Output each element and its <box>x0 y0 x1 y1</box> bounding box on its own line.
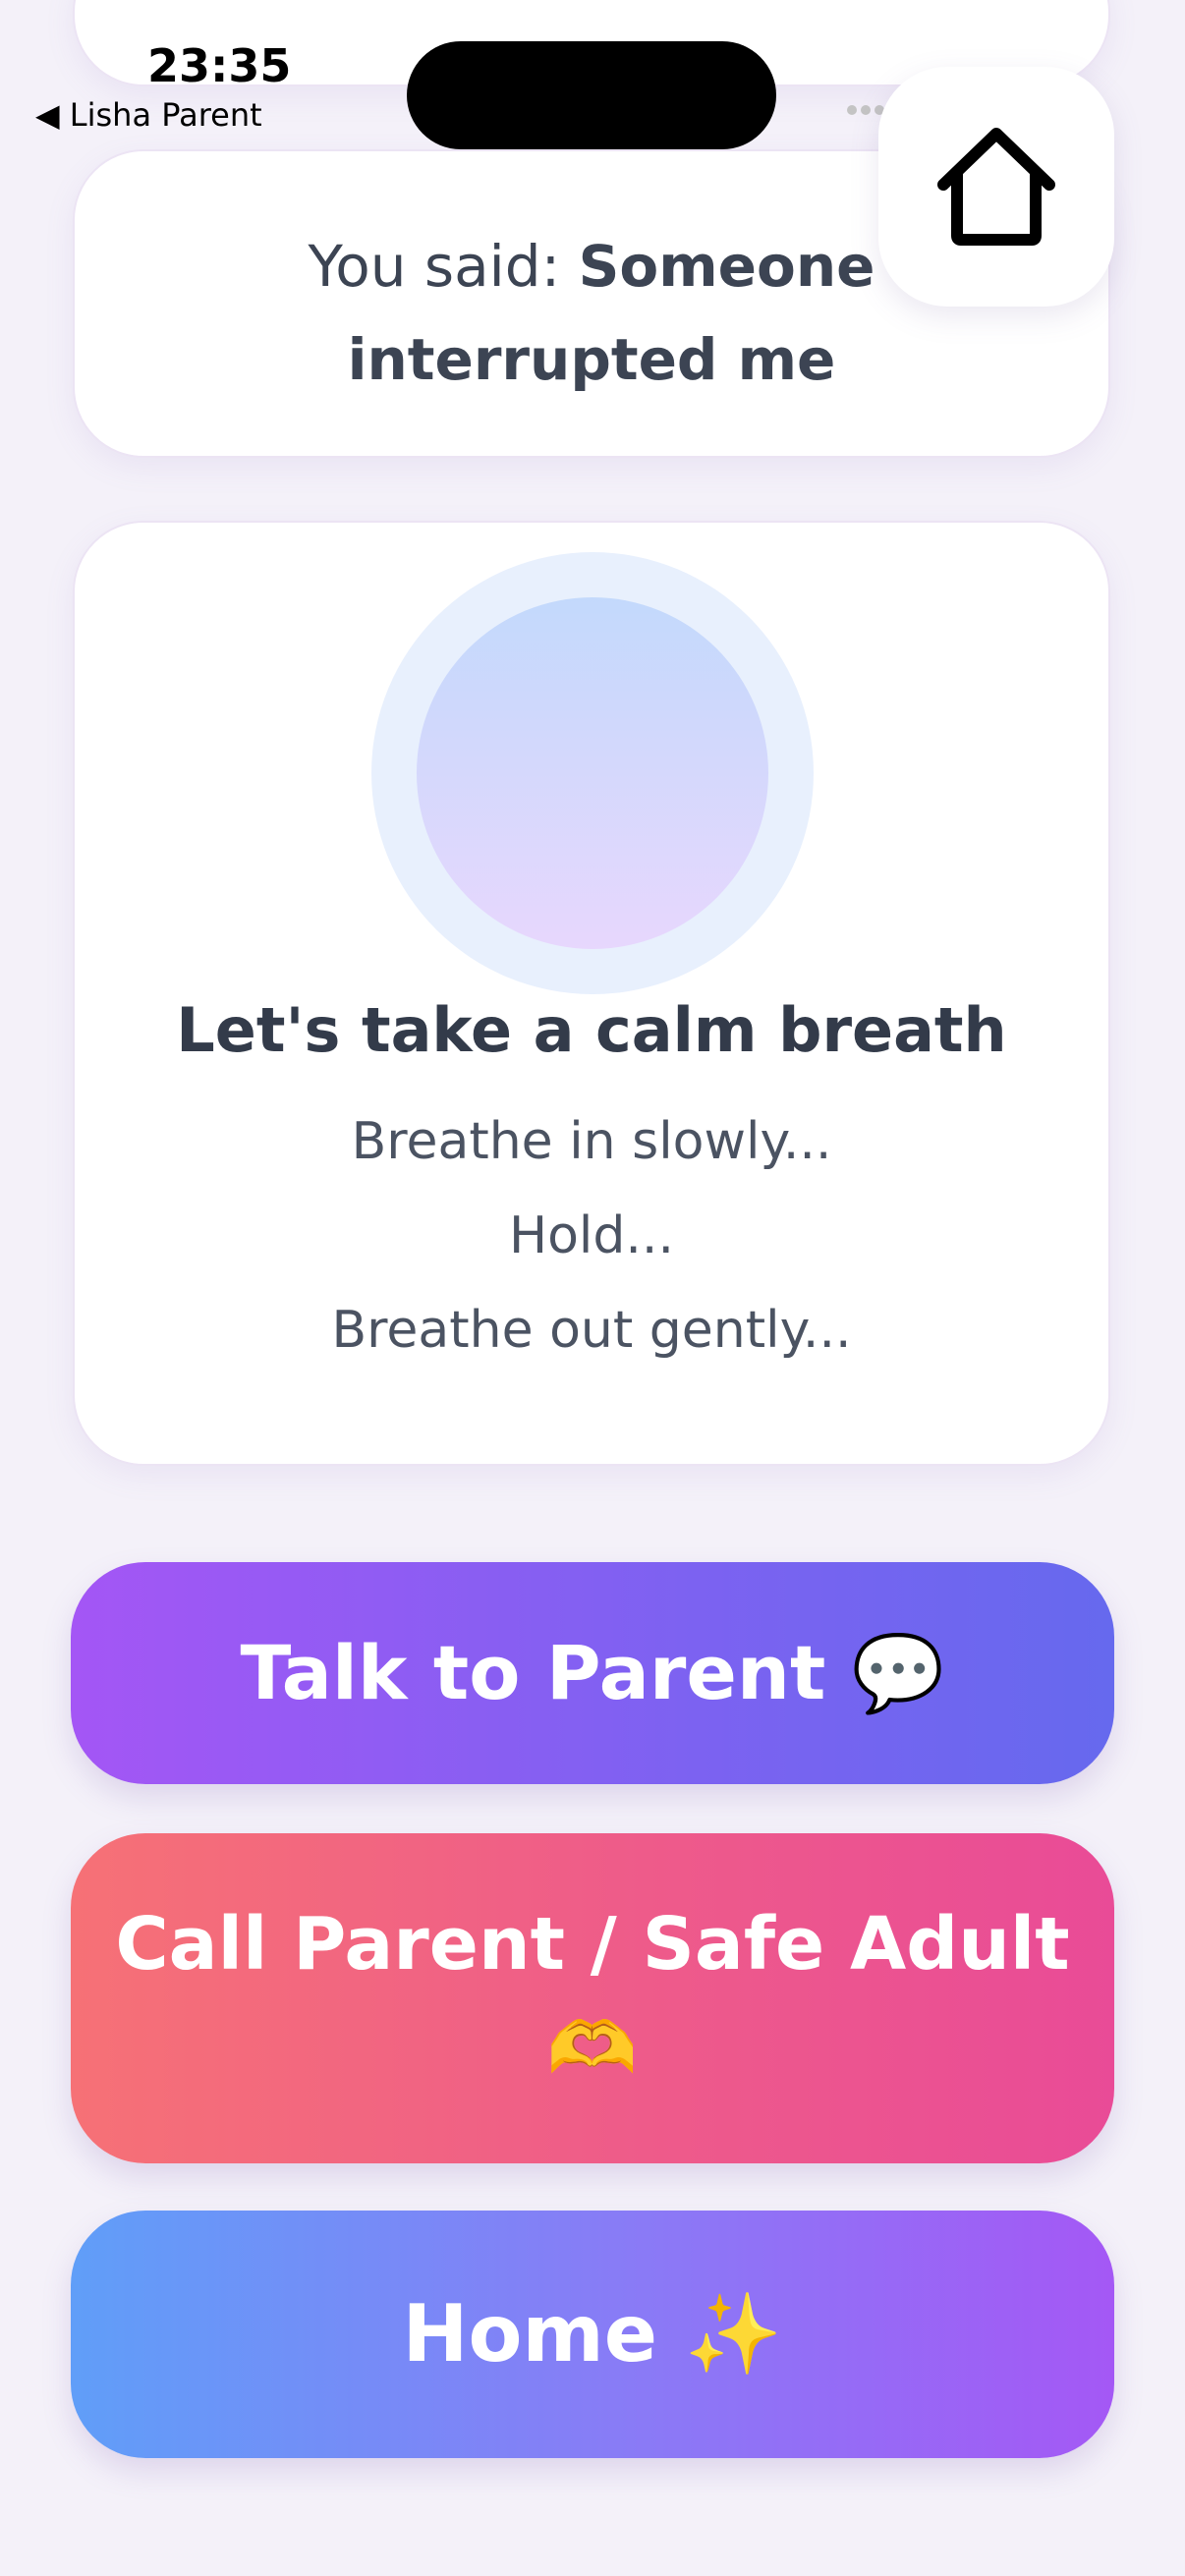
you-said-message-line2: interrupted me <box>347 326 836 393</box>
breathing-circle-halo <box>371 552 814 994</box>
you-said-prefix: You said: <box>308 233 579 300</box>
home-button[interactable]: Home ✨ <box>71 2211 1114 2458</box>
breathing-circle <box>417 597 768 949</box>
breathing-step-in: Breathe in slowly... <box>351 1112 832 1171</box>
breathing-card: Let's take a calm breath Breathe in slow… <box>73 521 1110 1466</box>
status-time: 23:35 <box>147 39 292 92</box>
breathing-step-out: Breathe out gently... <box>331 1301 852 1360</box>
call-parent-button[interactable]: Call Parent / Safe Adult 🫶 <box>71 1833 1114 2163</box>
home-icon <box>937 128 1055 246</box>
back-to-app-link[interactable]: ◀ Lisha Parent <box>35 96 262 134</box>
call-parent-label: Call Parent / Safe Adult <box>115 1902 1070 1987</box>
talk-to-parent-label: Talk to Parent 💬 <box>240 1629 945 1716</box>
call-parent-emoji: 🫶 <box>546 2006 639 2091</box>
home-button-label: Home ✨ <box>402 2288 783 2380</box>
you-said-message-line1: Someone <box>578 233 875 300</box>
breathing-step-hold: Hold... <box>509 1206 674 1265</box>
talk-to-parent-button[interactable]: Talk to Parent 💬 <box>71 1562 1114 1784</box>
home-shortcut-button[interactable] <box>878 67 1114 307</box>
dynamic-island <box>407 41 776 149</box>
breathing-title: Let's take a calm breath <box>176 994 1007 1066</box>
